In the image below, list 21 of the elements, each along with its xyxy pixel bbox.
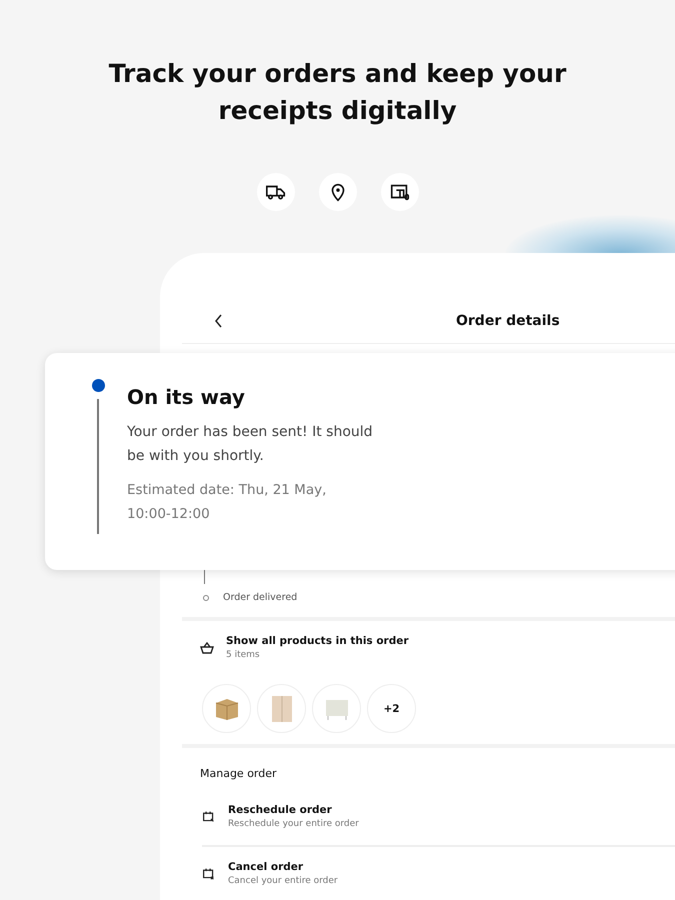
status-title: On its way xyxy=(127,385,246,409)
headline: Track your orders and keep your receipts digitally xyxy=(108,58,568,127)
products-link[interactable]: Show all products in this order xyxy=(226,635,409,647)
timeline-dot xyxy=(203,594,209,600)
item-count: 5 items xyxy=(226,650,261,660)
status-dot xyxy=(92,379,104,392)
basket-icon xyxy=(200,642,214,654)
product-thumbnail[interactable] xyxy=(257,684,306,733)
product-thumbnail[interactable] xyxy=(312,684,361,733)
status-message: Your order has been sent! It should be with you shortly. xyxy=(127,423,374,466)
back-icon xyxy=(214,314,223,328)
section-title: Manage order xyxy=(200,767,278,780)
manage-action[interactable]: Reschedule order Reschedule your entire order xyxy=(202,780,675,845)
product-thumbnail[interactable] xyxy=(202,684,251,733)
timeline-label: Order delivered xyxy=(223,592,298,603)
screen-title: Order details xyxy=(456,312,560,328)
estimated-date: Estimated date: Thu, 21 May, 10:00-12:00 xyxy=(127,481,328,524)
calendar-icon xyxy=(202,867,215,880)
calendar-icon xyxy=(202,810,215,823)
more-products-button[interactable]: +2 xyxy=(367,684,416,733)
manage-action[interactable]: Cancel order Cancel your entire order xyxy=(202,845,675,892)
